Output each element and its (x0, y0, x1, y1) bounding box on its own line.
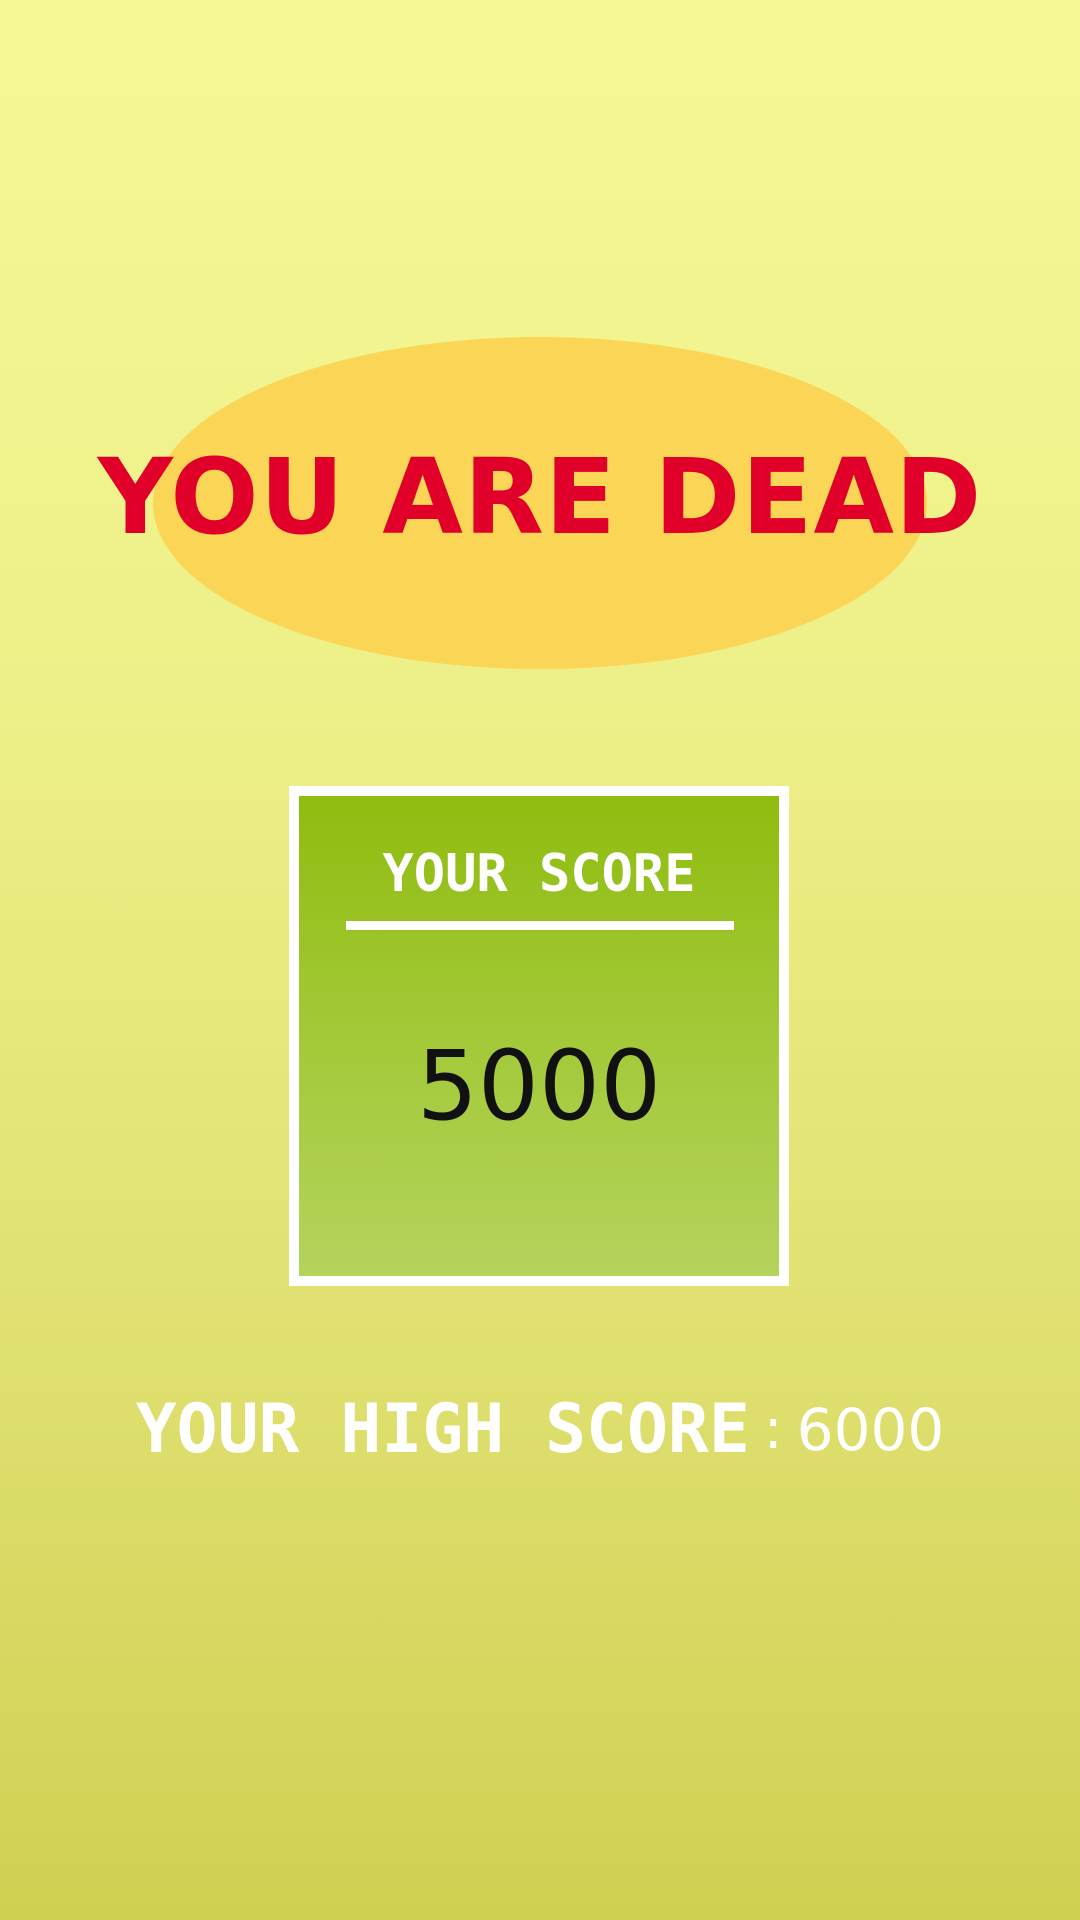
score-value: 5000 (416, 1030, 662, 1142)
high-score-value: 6000 (796, 1396, 945, 1464)
score-panel: YOUR SCORE 5000 (289, 786, 789, 1286)
high-score-separator: : (763, 1397, 783, 1462)
score-label-underline (346, 921, 734, 930)
game-over-title: YOU ARE DEAD (97, 436, 983, 558)
score-label: YOUR SCORE (382, 844, 696, 904)
game-over-screen: YOU ARE DEAD YOUR SCORE 5000 YOUR HIGH S… (0, 0, 1080, 1920)
high-score-line: YOUR HIGH SCORE:6000 (0, 1390, 1080, 1470)
high-score-label: YOUR HIGH SCORE (135, 1390, 750, 1469)
